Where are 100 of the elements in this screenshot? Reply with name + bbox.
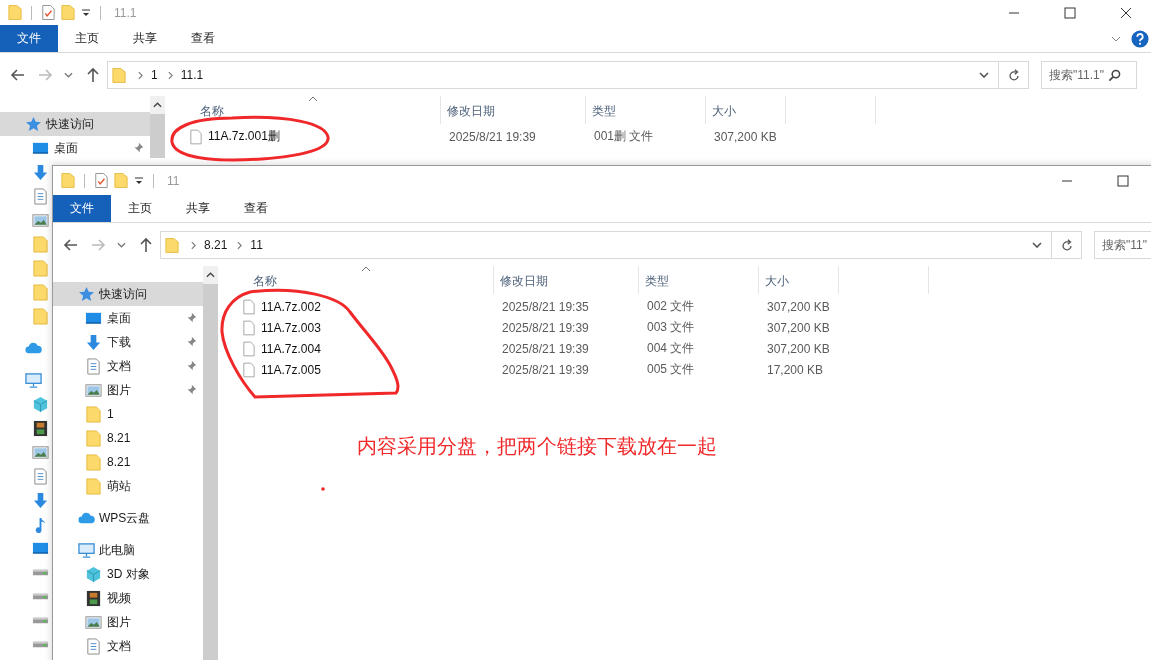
- folder-icon[interactable]: [61, 172, 75, 189]
- nav-item[interactable]: 文档: [53, 634, 203, 658]
- folder-icon[interactable]: [114, 172, 128, 189]
- nav-item[interactable]: 8.21: [53, 450, 203, 474]
- nav-item[interactable]: 文档: [53, 354, 203, 378]
- breadcrumb[interactable]: 1: [151, 68, 158, 82]
- download-icon[interactable]: [32, 491, 49, 509]
- column-header[interactable]: 大小: [759, 266, 839, 294]
- scroll-up-icon[interactable]: [203, 266, 218, 284]
- search-field[interactable]: 搜索"11": [1094, 231, 1151, 259]
- table-cell-text: 2025/8/21 19:39: [501, 362, 590, 377]
- address-bar[interactable]: 8.21 11: [160, 231, 1052, 259]
- chevron-icon[interactable]: [1111, 35, 1121, 42]
- nav-item[interactable]: 3D 对象: [53, 562, 203, 586]
- column-header[interactable]: 名称: [218, 266, 494, 294]
- nav-item[interactable]: 下载: [53, 330, 203, 354]
- nav-item[interactable]: 桌面: [0, 136, 150, 160]
- cube-icon[interactable]: [32, 395, 49, 413]
- column-header[interactable]: 大小: [706, 96, 786, 124]
- nav-item[interactable]: 8.21: [53, 426, 203, 450]
- back-arrow-icon[interactable]: [63, 237, 79, 253]
- table-cell-text: 307,200 KB: [713, 129, 778, 144]
- nav-item[interactable]: 图片: [53, 610, 203, 634]
- document-icon[interactable]: [32, 187, 49, 205]
- ribbon-tab[interactable]: 文件: [53, 195, 111, 222]
- help-icon[interactable]: [1131, 29, 1149, 48]
- film-icon[interactable]: [32, 419, 49, 437]
- pin-icon[interactable]: [185, 360, 197, 372]
- file-name[interactable]: 11A.7z.002: [261, 299, 321, 314]
- nav-item[interactable]: 快速访问: [53, 282, 203, 306]
- chevron-icon[interactable]: [138, 70, 143, 80]
- dropdown-icon[interactable]: [134, 175, 144, 186]
- column-header[interactable]: 修改日期: [494, 266, 639, 294]
- pin-icon[interactable]: [132, 142, 144, 154]
- file-name[interactable]: 11A.7z.001删: [208, 128, 280, 145]
- ribbon-tab[interactable]: 主页: [111, 195, 169, 222]
- dropdown-icon[interactable]: [1032, 242, 1042, 248]
- column-header[interactable]: 修改日期: [441, 96, 586, 124]
- nav-item[interactable]: 视频: [53, 586, 203, 610]
- star-icon: [78, 285, 95, 303]
- column-header[interactable]: 类型: [586, 96, 706, 124]
- pin-icon[interactable]: [185, 312, 197, 324]
- folder-icon[interactable]: [61, 4, 75, 21]
- up-arrow-icon[interactable]: [85, 67, 101, 83]
- chevron-icon[interactable]: [64, 72, 73, 78]
- dropdown-icon[interactable]: [979, 72, 989, 78]
- chevron-icon[interactable]: [167, 70, 173, 80]
- pin-icon[interactable]: [185, 336, 197, 348]
- table-cell-text: 002 文件: [646, 298, 696, 315]
- file-name[interactable]: 11A.7z.004: [261, 341, 321, 356]
- forward-arrow-icon[interactable]: [37, 67, 53, 83]
- scroll-up-icon[interactable]: [150, 96, 165, 114]
- column-header[interactable]: 类型: [639, 266, 759, 294]
- up-arrow-icon[interactable]: [138, 237, 154, 253]
- pin-icon[interactable]: [185, 384, 197, 396]
- forward-arrow-icon[interactable]: [90, 237, 106, 253]
- ribbon-tab[interactable]: 主页: [58, 25, 116, 52]
- scrollbar[interactable]: [203, 266, 218, 660]
- drive-icon[interactable]: [32, 592, 49, 600]
- search-field[interactable]: 搜索"11.1": [1041, 61, 1137, 89]
- nav-item[interactable]: 此电脑: [53, 538, 203, 562]
- drive-icon[interactable]: [32, 568, 49, 576]
- breadcrumb[interactable]: 11: [250, 238, 263, 252]
- nav-item[interactable]: 桌面: [53, 306, 203, 330]
- drive-icon[interactable]: [32, 640, 49, 648]
- nav-item[interactable]: 快速访问: [0, 112, 150, 136]
- nav-item[interactable]: 图片: [53, 378, 203, 402]
- computer-icon[interactable]: [25, 371, 42, 389]
- folder-icon[interactable]: [8, 4, 22, 21]
- nav-item[interactable]: 萌站: [53, 474, 203, 498]
- ribbon-tab[interactable]: 查看: [174, 25, 232, 52]
- breadcrumb[interactable]: 11.1: [180, 68, 204, 82]
- checklist-icon[interactable]: [94, 172, 108, 189]
- checklist-icon[interactable]: [41, 4, 55, 21]
- table-cell-text: 2025/8/21 19:35: [501, 299, 590, 314]
- breadcrumb[interactable]: 8.21: [204, 238, 228, 252]
- ribbon-tab[interactable]: 文件: [0, 25, 58, 52]
- refresh-button[interactable]: [999, 61, 1029, 89]
- picture-icon[interactable]: [32, 211, 49, 229]
- scrollbar[interactable]: [150, 96, 165, 158]
- picture-icon[interactable]: [32, 443, 49, 461]
- refresh-button[interactable]: [1052, 231, 1082, 259]
- drive-icon[interactable]: [32, 616, 49, 624]
- file-name[interactable]: 11A.7z.003: [261, 320, 321, 335]
- chevron-icon[interactable]: [191, 240, 196, 250]
- chevron-icon[interactable]: [237, 240, 243, 250]
- download-icon[interactable]: [32, 163, 49, 181]
- chevron-icon[interactable]: [117, 242, 126, 248]
- ribbon-tab[interactable]: 共享: [169, 195, 227, 222]
- nav-item[interactable]: 1: [53, 402, 203, 426]
- ribbon-tab[interactable]: 共享: [116, 25, 174, 52]
- nav-item[interactable]: WPS云盘: [53, 506, 203, 530]
- back-arrow-icon[interactable]: [10, 67, 26, 83]
- address-bar[interactable]: 1 11.1: [107, 61, 999, 89]
- refresh-icon: [1006, 68, 1021, 82]
- dropdown-icon[interactable]: [81, 7, 91, 18]
- file-name[interactable]: 11A.7z.005: [261, 362, 321, 377]
- column-header[interactable]: 名称: [165, 96, 441, 124]
- document-icon[interactable]: [32, 467, 49, 485]
- ribbon-tab[interactable]: 查看: [227, 195, 285, 222]
